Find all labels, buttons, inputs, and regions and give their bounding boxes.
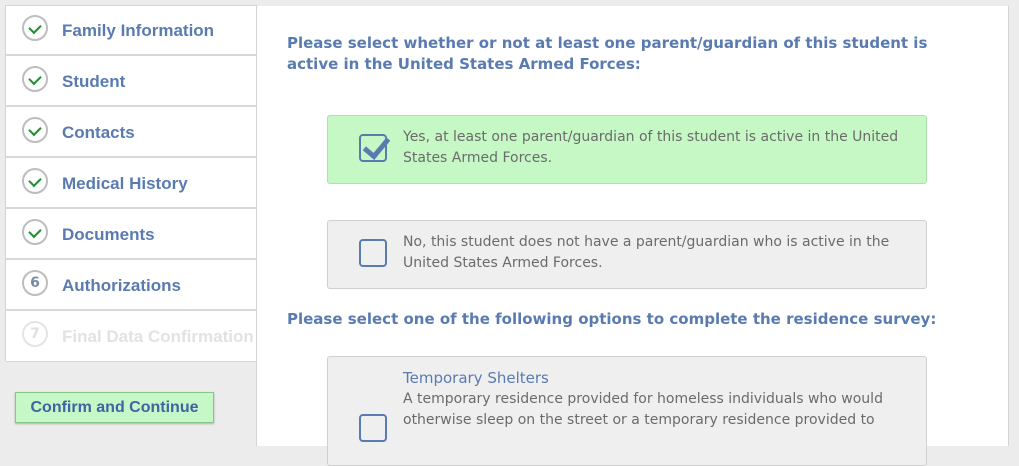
- step-number: 6: [30, 275, 40, 291]
- checkbox-unchecked[interactable]: [359, 239, 387, 267]
- option-title: Temporary Shelters: [403, 369, 549, 387]
- step-number-indicator: 7: [22, 321, 48, 347]
- step-number-indicator: 6: [22, 270, 48, 296]
- step-label: Documents: [62, 225, 155, 244]
- step-contacts[interactable]: Contacts: [6, 108, 256, 158]
- checkmark-icon: [362, 131, 391, 160]
- confirm-and-continue-button[interactable]: Confirm and Continue: [15, 392, 214, 423]
- step-label: Authorizations: [62, 276, 181, 295]
- step-complete-indicator: [22, 66, 48, 92]
- military-option-no[interactable]: No, this student does not have a parent/…: [327, 220, 927, 289]
- check-icon: [28, 224, 42, 239]
- step-label: Family Information: [62, 21, 215, 40]
- step-medical-history[interactable]: Medical History: [6, 159, 256, 209]
- checkbox-unchecked[interactable]: [359, 414, 387, 442]
- option-text: No, this student does not have a parent/…: [403, 234, 890, 271]
- check-icon: [28, 173, 42, 188]
- main-panel: Please select whether or not at least on…: [256, 6, 1009, 466]
- check-icon: [28, 20, 42, 35]
- option-description: A temporary residence provided for homel…: [403, 391, 883, 428]
- military-question: Please select whether or not at least on…: [287, 34, 928, 73]
- step-complete-indicator: [22, 15, 48, 41]
- step-student[interactable]: Student: [6, 57, 256, 107]
- step-label: Medical History: [62, 174, 188, 193]
- option-text: Yes, at least one parent/guardian of thi…: [403, 129, 899, 166]
- residence-option-temporary-shelters[interactable]: Temporary Shelters A temporary residence…: [327, 356, 927, 466]
- step-label: Final Data Confirmation: [62, 327, 254, 346]
- step-complete-indicator: [22, 168, 48, 194]
- checkbox-checked[interactable]: [359, 131, 391, 162]
- military-option-yes[interactable]: Yes, at least one parent/guardian of thi…: [327, 115, 927, 184]
- step-number: 7: [30, 326, 40, 342]
- step-family-information[interactable]: Family Information: [6, 6, 256, 56]
- step-label: Contacts: [62, 123, 135, 142]
- option-text: Temporary Shelters A temporary residence…: [403, 368, 903, 431]
- step-authorizations[interactable]: 6 Authorizations: [6, 261, 256, 311]
- step-documents[interactable]: Documents: [6, 210, 256, 260]
- check-icon: [28, 71, 42, 86]
- check-icon: [28, 122, 42, 137]
- step-label: Student: [62, 72, 126, 91]
- step-complete-indicator: [22, 117, 48, 143]
- residence-question: Please select one of the following optio…: [287, 310, 937, 328]
- steps-sidebar: Family Information Student Contacts Medi…: [5, 5, 257, 362]
- step-complete-indicator: [22, 219, 48, 245]
- step-final-data-confirmation: 7 Final Data Confirmation: [6, 312, 256, 362]
